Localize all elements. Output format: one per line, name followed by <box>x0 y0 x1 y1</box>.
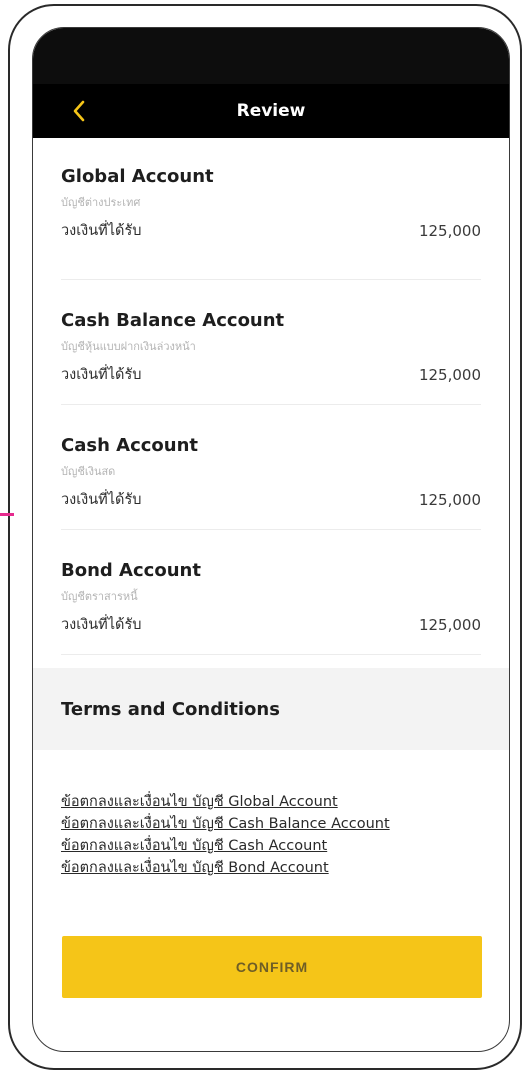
terms-links: ข้อตกลงและเงื่อนไข บัญชี Global Account … <box>61 791 491 879</box>
terms-title: Terms and Conditions <box>61 698 280 720</box>
terms-link-cash[interactable]: ข้อตกลงและเงื่อนไข บัญชี Cash Account <box>61 835 491 857</box>
limit-label: วงเงินที่ได้รับ <box>61 223 142 239</box>
account-subtitle: บัญชีหุ้นแบบฝากเงินล่วงหน้า <box>61 340 196 353</box>
limit-value: 125,000 <box>418 615 481 634</box>
phone-screen: Review Global Account บัญชีต่างประเทศ วง… <box>32 27 510 1052</box>
terms-link-global[interactable]: ข้อตกลงและเงื่อนไข บัญชี Global Account <box>61 791 491 813</box>
limit-label: วงเงินที่ได้รับ <box>61 617 142 633</box>
account-item-cash: Cash Account บัญชีเงินสด วงเงินที่ได้รับ… <box>61 405 481 530</box>
limit-value: 125,000 <box>418 365 481 384</box>
confirm-label: CONFIRM <box>235 959 309 975</box>
limit-value: 125,000 <box>418 221 481 240</box>
account-name: Cash Account <box>61 435 199 456</box>
account-list: Global Account บัญชีต่างประเทศ วงเงินที่… <box>33 138 509 655</box>
terms-section-header: Terms and Conditions <box>33 668 509 750</box>
status-bar <box>33 28 509 84</box>
chevron-left-icon <box>73 100 85 122</box>
limit-label: วงเงินที่ได้รับ <box>61 367 142 383</box>
limit-label: วงเงินที่ได้รับ <box>61 492 142 508</box>
account-item-cash-balance: Cash Balance Account บัญชีหุ้นแบบฝากเงิน… <box>61 280 481 405</box>
limit-value: 125,000 <box>418 490 481 509</box>
terms-link-cash-balance[interactable]: ข้อตกลงและเงื่อนไข บัญชี Cash Balance Ac… <box>61 813 491 835</box>
terms-link-bond[interactable]: ข้อตกลงและเงื่อนไข บัญชี Bond Account <box>61 857 491 879</box>
account-limit-row: วงเงินที่ได้รับ 125,000 <box>61 219 481 242</box>
account-subtitle: บัญชีต่างประเทศ <box>61 196 141 209</box>
account-subtitle: บัญชีเงินสด <box>61 465 116 478</box>
header-bar: Review <box>33 84 509 138</box>
account-limit-row: วงเงินที่ได้รับ 125,000 <box>61 613 481 636</box>
account-item-global: Global Account บัญชีต่างประเทศ วงเงินที่… <box>61 138 481 280</box>
pink-marker <box>0 513 14 516</box>
account-limit-row: วงเงินที่ได้รับ 125,000 <box>61 363 481 386</box>
confirm-button[interactable]: CONFIRM <box>62 936 482 998</box>
account-name: Global Account <box>61 166 214 187</box>
account-limit-row: วงเงินที่ได้รับ 125,000 <box>61 488 481 511</box>
account-subtitle: บัญชีตราสารหนี้ <box>61 590 138 603</box>
account-name: Cash Balance Account <box>61 310 285 331</box>
account-item-bond: Bond Account บัญชีตราสารหนี้ วงเงินที่ได… <box>61 530 481 655</box>
account-name: Bond Account <box>61 560 201 581</box>
page-title: Review <box>236 101 306 121</box>
back-button[interactable] <box>61 92 97 130</box>
